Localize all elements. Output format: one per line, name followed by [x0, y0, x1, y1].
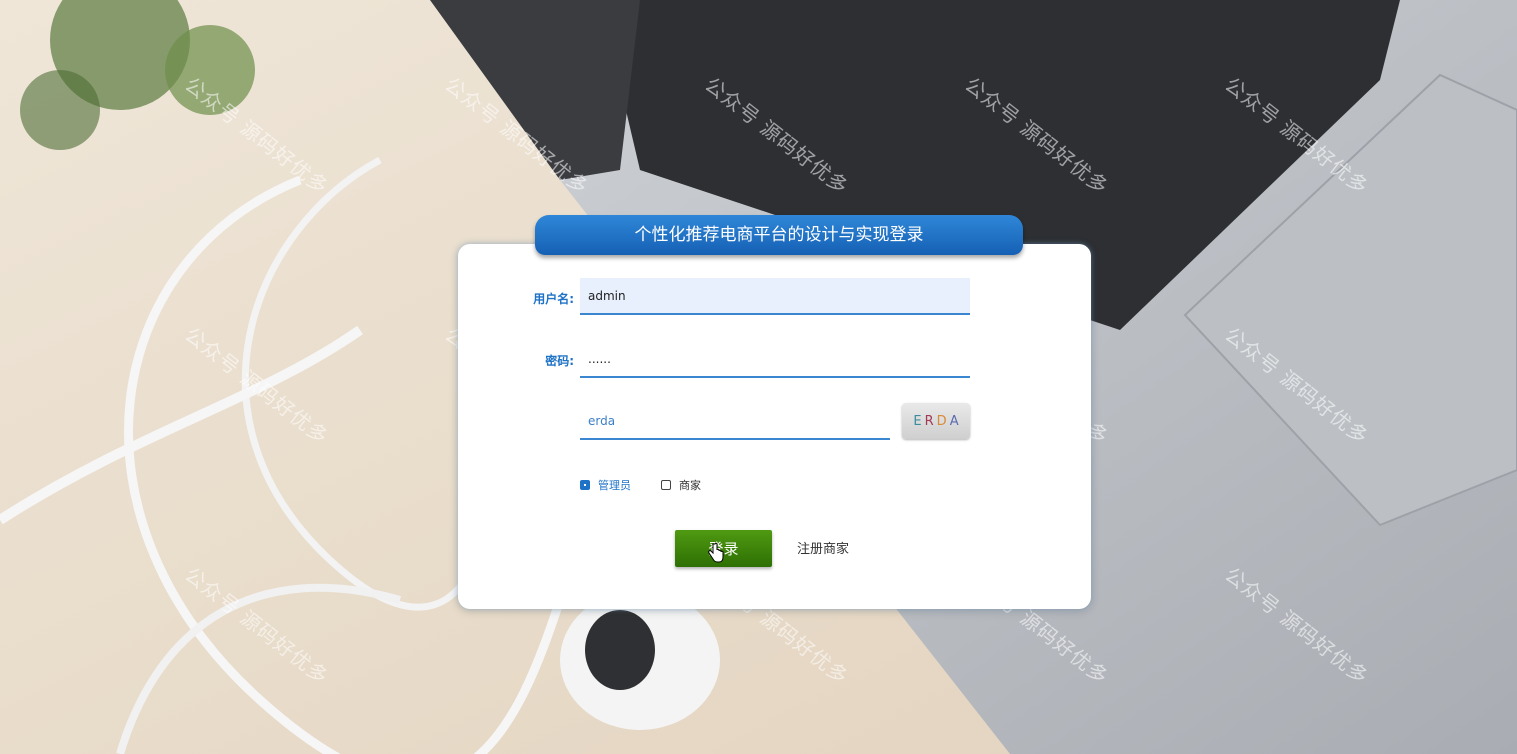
login-page: 公众号 源码好优多 公众号 源码好优多 公众号 源码好优多 公众号 源码好优多 …	[0, 0, 1517, 754]
username-label: 用户名:	[533, 292, 574, 306]
hand-cursor-icon	[708, 543, 724, 563]
captcha-char: A	[949, 413, 959, 429]
captcha-input[interactable]	[580, 403, 890, 440]
password-input[interactable]	[580, 341, 970, 378]
captcha-char: D	[936, 413, 947, 429]
register-merchant-link[interactable]: 注册商家	[797, 538, 849, 557]
captcha-char: R	[924, 413, 934, 429]
merchant-checkbox[interactable]	[661, 480, 671, 490]
merchant-label: 商家	[679, 479, 701, 492]
captcha-char: E	[913, 413, 922, 429]
captcha-image[interactable]: E R D A	[902, 403, 970, 439]
admin-label: 管理员	[598, 479, 631, 492]
username-input[interactable]	[580, 278, 970, 315]
role-option-admin[interactable]: 管理员	[580, 477, 631, 493]
admin-checkbox[interactable]	[580, 480, 590, 490]
role-option-merchant[interactable]: 商家	[661, 477, 701, 493]
password-label: 密码:	[545, 354, 574, 368]
page-title: 个性化推荐电商平台的设计与实现登录	[535, 215, 1023, 255]
